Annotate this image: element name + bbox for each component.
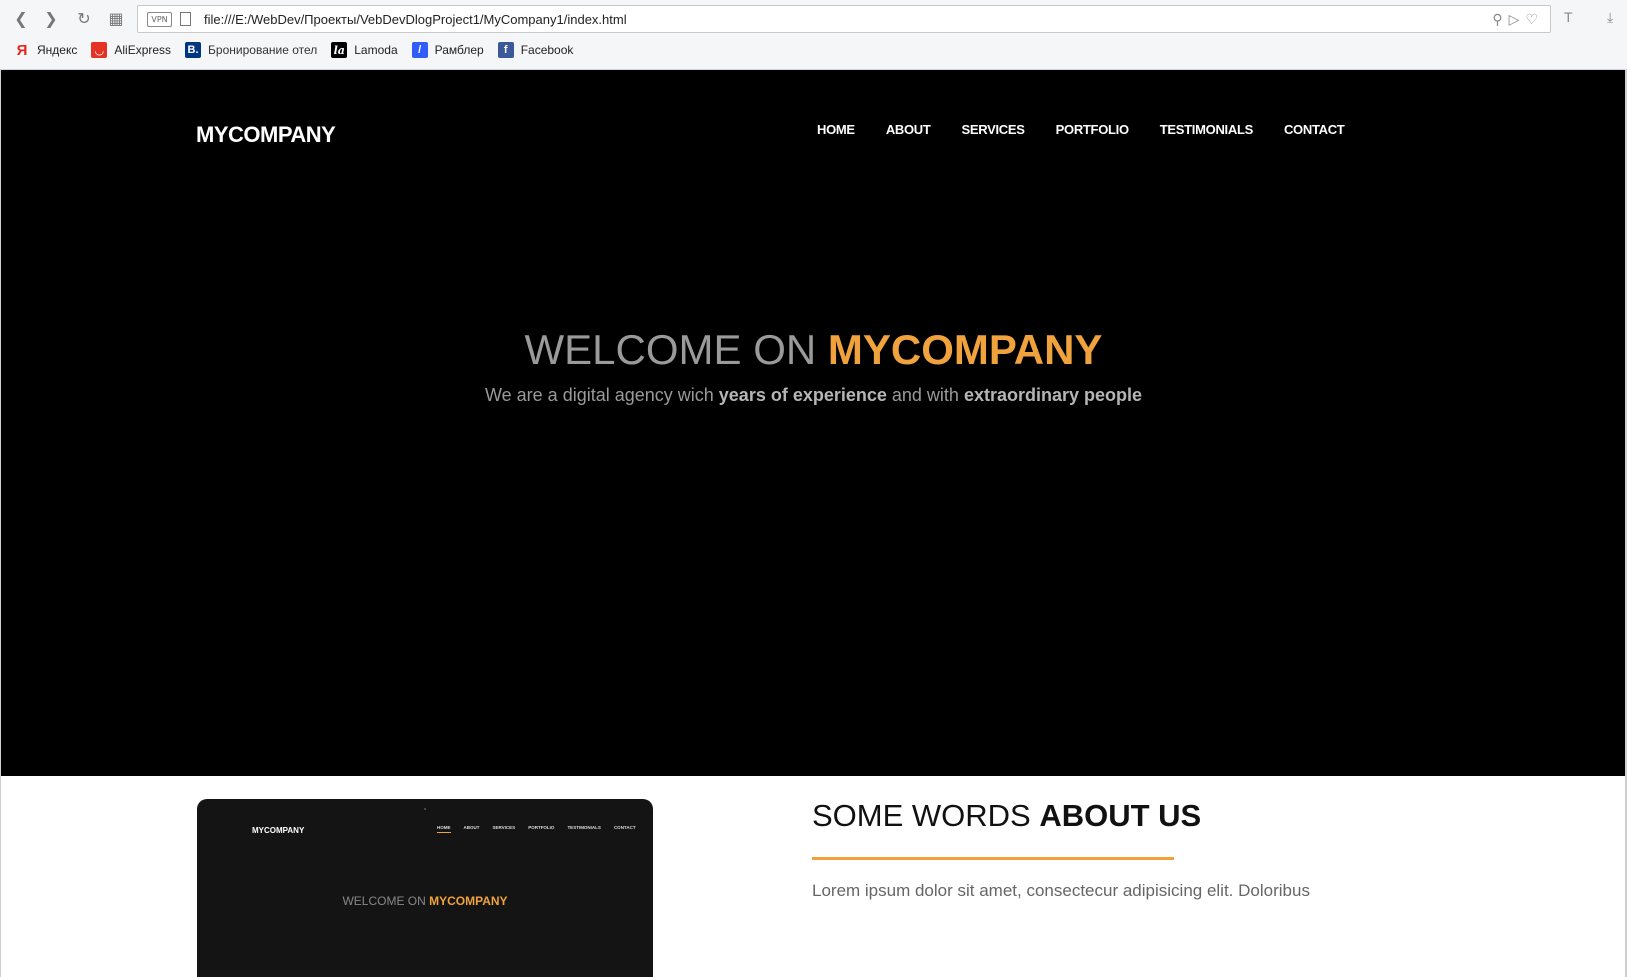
main-menu: HOME ABOUT SERVICES PORTFOLIO TESTIMONIA… [817, 122, 1345, 137]
bookmark-aliexpress[interactable]: ◡ AliExpress [91, 42, 171, 58]
hero-title-plain: WELCOME ON [524, 326, 828, 373]
booking-icon: B. [185, 42, 202, 58]
menu-home[interactable]: HOME [817, 122, 855, 137]
facebook-icon: f [497, 42, 514, 58]
laptop-mockup-image: MYCOMPANY HOME ABOUT SERVICES PORTFOLIO … [197, 799, 653, 977]
mockup-title-plain: WELCOME ON [342, 894, 430, 908]
mockup-brand: MYCOMPANY [252, 826, 305, 835]
camera-dot [424, 808, 426, 810]
menu-portfolio[interactable]: PORTFOLIO [1056, 122, 1129, 137]
site-brand[interactable]: MYCOMPANY [196, 122, 336, 148]
bookmark-facebook[interactable]: f Facebook [497, 42, 574, 58]
mockup-menu-item: TESTIMONIALS [567, 825, 601, 830]
mockup-title-highlight: MYCOMPANY [429, 894, 508, 908]
translate-icon[interactable]: T [1564, 9, 1573, 25]
mockup-menu-item: HOME [437, 825, 451, 833]
bookmark-yandex[interactable]: Я Яндекс [14, 41, 78, 59]
file-icon [180, 12, 191, 26]
about-divider [812, 857, 1174, 860]
mockup-menu: HOME ABOUT SERVICES PORTFOLIO TESTIMONIA… [437, 825, 636, 833]
reload-icon[interactable]: ↻ [73, 8, 95, 30]
mockup-menu-item: PORTFOLIO [528, 825, 555, 830]
back-icon[interactable]: ❮ [10, 8, 32, 30]
bookmark-label: Бронирование отел [208, 43, 318, 57]
bookmark-label: Яндекс [37, 43, 78, 57]
search-icon[interactable]: ⚲ [1492, 11, 1502, 28]
mockup-menu-item: SERVICES [492, 825, 516, 830]
hero-sub-bold: years of experience [718, 385, 887, 405]
bookmark-label: AliExpress [114, 43, 172, 57]
address-bar[interactable]: VPN file:///E:/WebDev/Проекты/VebDevDlog… [137, 5, 1551, 33]
hero-title-highlight: MYCOMPANY [827, 326, 1103, 373]
lamoda-icon: la [331, 42, 348, 58]
send-icon[interactable]: ▷ [1509, 11, 1520, 28]
menu-testimonials[interactable]: TESTIMONIALS [1160, 122, 1253, 137]
about-title: SOME WORDS ABOUT US [812, 798, 1201, 834]
about-title-bold: ABOUT US [1039, 798, 1202, 833]
about-text: Lorem ipsum dolor sit amet, consectecur … [812, 881, 1310, 900]
mockup-menu-item: ABOUT [463, 825, 480, 830]
heart-icon[interactable]: ♡ [1525, 11, 1538, 28]
hero-section: MYCOMPANY HOME ABOUT SERVICES PORTFOLIO … [1, 70, 1626, 776]
browser-chrome: ❮ ❯ ↻ ▦ VPN file:///E:/WebDev/Проекты/Ve… [0, 0, 1627, 70]
bookmarks-bar: Я Яндекс ◡ AliExpress B. Бронирование от… [14, 41, 574, 59]
bookmark-label: Lamoda [354, 43, 398, 57]
hero-sub-text: We are a digital agency wich [484, 385, 719, 405]
bookmark-booking[interactable]: B. Бронирование отел [185, 42, 317, 58]
hero-sub-bold: extraordinary people [963, 385, 1142, 405]
hero-sub-text: and with [886, 385, 964, 405]
tabs-grid-icon[interactable]: ▦ [105, 8, 127, 30]
vpn-badge[interactable]: VPN [147, 12, 172, 27]
yandex-icon: Я [16, 41, 28, 59]
hero-title: WELCOME ON MYCOMPANY [1, 326, 1626, 374]
forward-icon[interactable]: ❯ [40, 8, 62, 30]
menu-about[interactable]: ABOUT [886, 122, 931, 137]
download-icon[interactable]: ⤓ [1607, 9, 1613, 26]
hero-subtitle: We are a digital agency wich years of ex… [1, 385, 1626, 406]
mockup-menu-item: CONTACT [613, 825, 636, 830]
mockup-title: WELCOME ON MYCOMPANY [197, 894, 653, 908]
bookmark-rambler[interactable]: / Рамблер [411, 42, 484, 58]
rambler-icon: / [411, 42, 428, 58]
about-title-plain: SOME WORDS [812, 798, 1040, 833]
menu-services[interactable]: SERVICES [962, 122, 1025, 137]
bookmark-label: Рамблер [434, 43, 484, 57]
bookmark-label: Facebook [520, 43, 574, 57]
aliexpress-icon: ◡ [91, 42, 108, 58]
menu-contact[interactable]: CONTACT [1284, 122, 1345, 137]
url-text[interactable]: file:///E:/WebDev/Проекты/VebDevDlogProj… [204, 12, 627, 27]
bookmark-lamoda[interactable]: la Lamoda [331, 42, 398, 58]
